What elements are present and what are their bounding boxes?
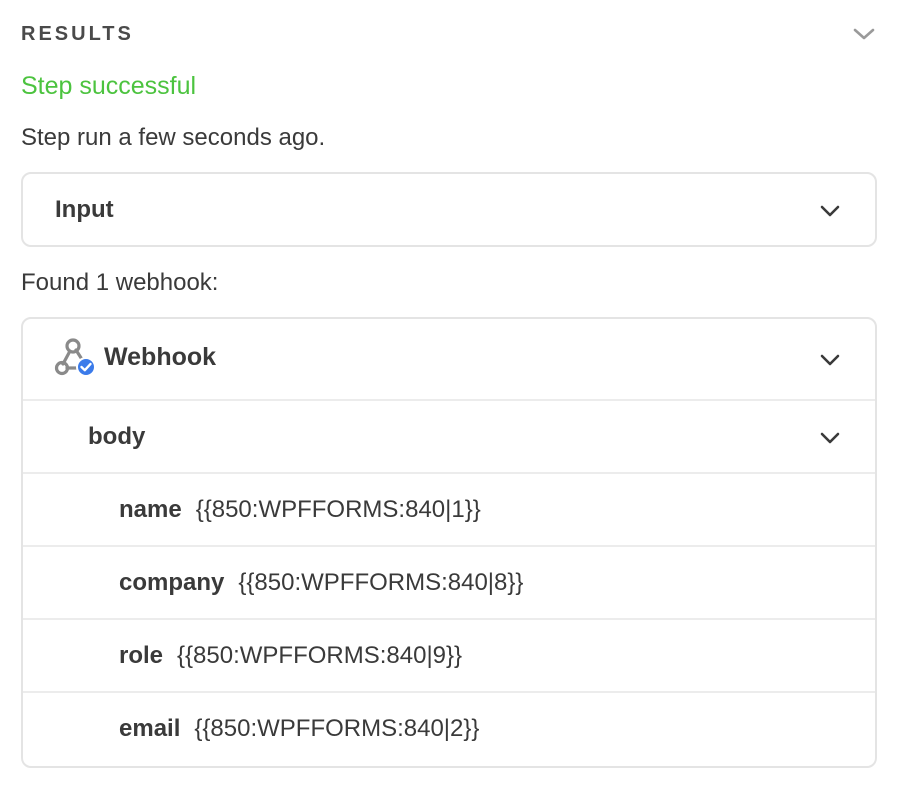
field-line: company {{850:WPFFORMS:840|8}}	[119, 567, 523, 599]
results-panel: RESULTS Step successful Step run a few s…	[0, 0, 900, 792]
webhook-accordion[interactable]: Webhook	[23, 319, 875, 401]
webhook-results-card: Webhook body name {{850:WPFFORMS:840|1}} …	[21, 317, 877, 768]
webhook-title: Webhook	[104, 343, 217, 371]
body-label: body	[88, 423, 146, 450]
step-run-time: Step run a few seconds ago.	[21, 124, 326, 151]
input-accordion-label: Input	[55, 196, 114, 223]
field-key: name	[119, 496, 182, 523]
field-value: {{850:WPFFORMS:840|9}}	[177, 642, 463, 669]
field-line: email {{850:WPFFORMS:840|2}}	[119, 713, 479, 745]
field-key: role	[119, 642, 164, 669]
field-row-name: name {{850:WPFFORMS:840|1}}	[23, 474, 875, 547]
field-row-email: email {{850:WPFFORMS:840|2}}	[23, 693, 875, 766]
webhook-verified-icon	[54, 338, 96, 377]
field-row-company: company {{850:WPFFORMS:840|8}}	[23, 547, 875, 620]
field-line: role {{850:WPFFORMS:840|9}}	[119, 640, 462, 672]
field-value: {{850:WPFFORMS:840|1}}	[195, 496, 481, 523]
field-value: {{850:WPFFORMS:840|8}}	[238, 569, 524, 596]
field-value: {{850:WPFFORMS:840|2}}	[194, 715, 480, 742]
chevron-down-icon[interactable]	[819, 204, 841, 218]
body-accordion[interactable]: body	[23, 401, 875, 474]
field-key: email	[119, 715, 181, 742]
field-key: company	[119, 569, 225, 596]
field-line: name {{850:WPFFORMS:840|1}}	[119, 494, 481, 526]
results-header: RESULTS	[21, 22, 879, 46]
chevron-down-icon[interactable]	[819, 353, 841, 367]
chevron-down-icon[interactable]	[819, 431, 841, 445]
field-row-role: role {{850:WPFFORMS:840|9}}	[23, 620, 875, 693]
input-accordion[interactable]: Input	[21, 172, 877, 247]
found-webhooks-text: Found 1 webhook:	[21, 269, 219, 296]
step-status: Step successful	[21, 72, 197, 100]
results-title: RESULTS	[21, 23, 134, 45]
chevron-down-icon[interactable]	[851, 22, 877, 46]
